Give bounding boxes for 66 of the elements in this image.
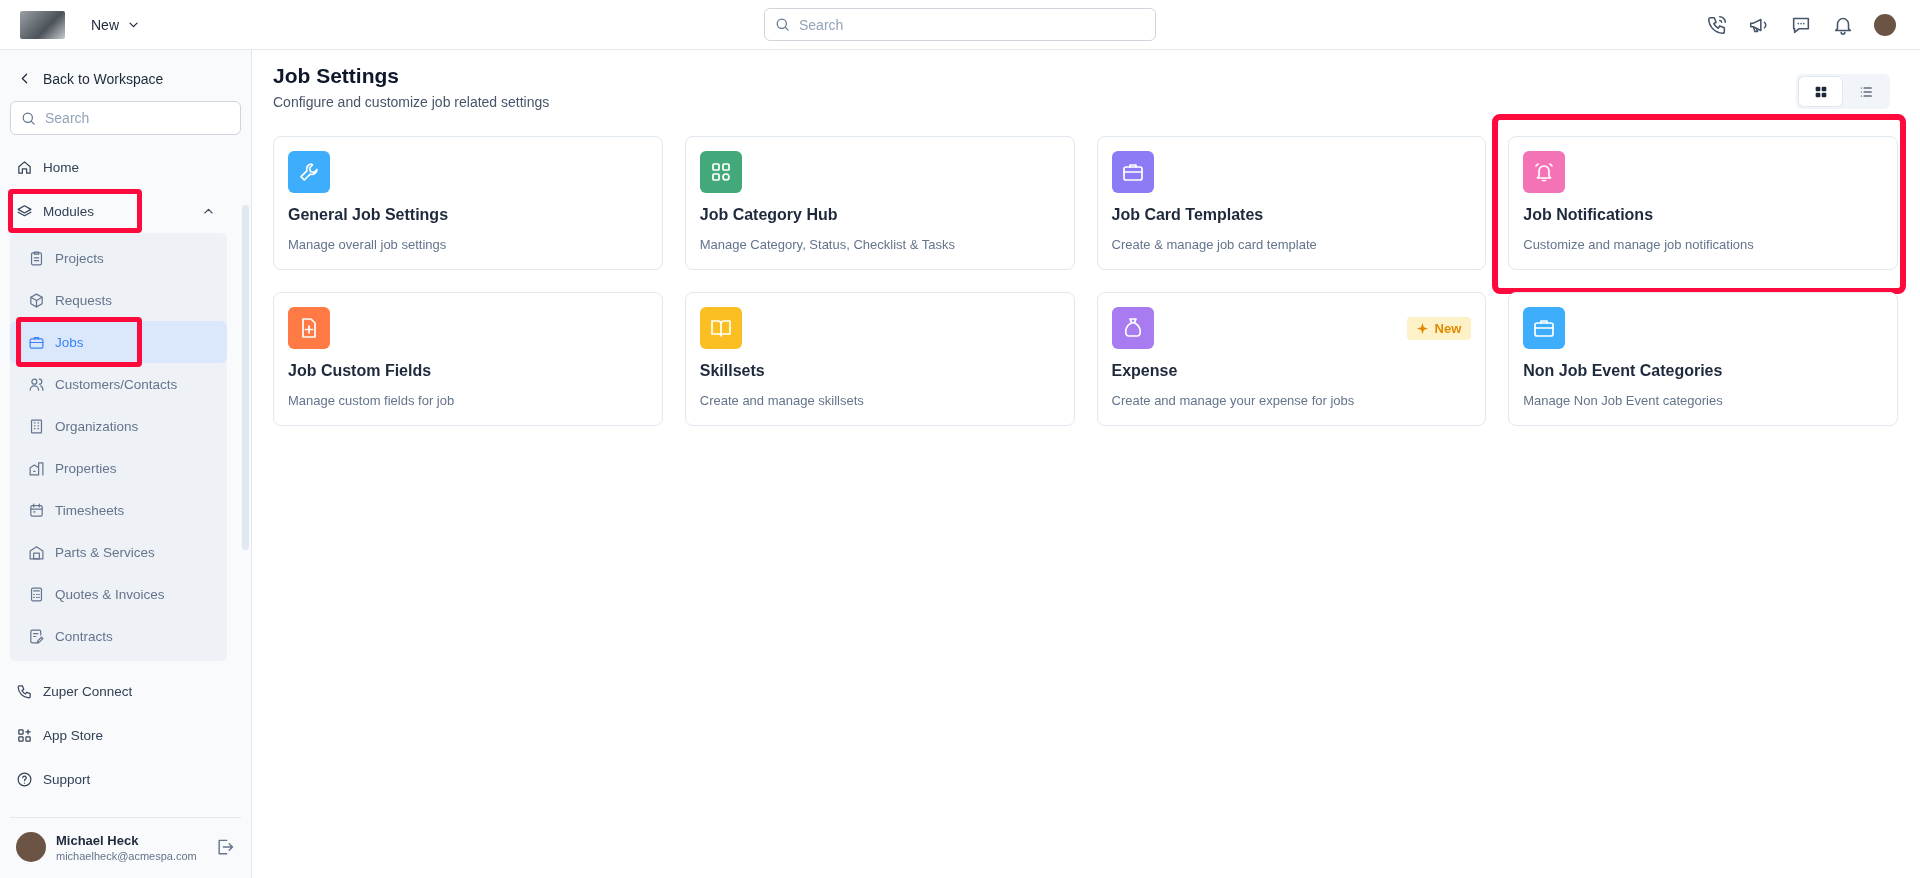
- card-title: Skillsets: [699, 362, 766, 380]
- avatar-circle[interactable]: [1874, 13, 1896, 36]
- user-email: michaelheck@acmespa.com: [56, 849, 198, 862]
- home-icon: [16, 158, 33, 176]
- page-subtitle: Configure and customize job related settings: [273, 94, 550, 110]
- sidebar-item[interactable]: Projects: [10, 237, 227, 279]
- grid-plus-icon: [16, 726, 33, 744]
- card-description: Create and manage skillsets: [699, 393, 865, 408]
- sidebar-item[interactable]: Support: [10, 757, 227, 801]
- calculator-icon: [28, 585, 45, 603]
- buildings-icon: [28, 459, 45, 477]
- search-field[interactable]: Search: [764, 8, 1156, 41]
- building-icon: [28, 417, 45, 435]
- settings-card[interactable]: New Expense Create and manage your expense for jobs: [1096, 292, 1487, 426]
- document-pen-icon: [28, 627, 45, 645]
- page-title: Job Settings: [273, 64, 400, 88]
- card-description: Manage Category, Status, Checklist & Tasks: [699, 237, 957, 252]
- card-description: Manage custom fields for job: [288, 393, 456, 408]
- sidebar-item[interactable]: Requests: [10, 279, 227, 321]
- calendar-icon: [28, 501, 45, 519]
- card-description: Create and manage your expense for jobs: [1111, 393, 1356, 408]
- card-title: Non Job Event Categories: [1523, 362, 1724, 380]
- sidebar-group-item[interactable]: Modules: [10, 189, 227, 233]
- sidebar-item[interactable]: Timesheets: [10, 489, 227, 531]
- card-description: Manage Non Job Event categories: [1523, 393, 1724, 408]
- phone-icon: [1706, 13, 1728, 36]
- settings-card[interactable]: Job Card Templates Create & manage job card template: [1096, 136, 1487, 270]
- question-circle-icon: [16, 770, 33, 788]
- settings-card[interactable]: Non Job Event Categories Manage Non Job Event categories: [1508, 292, 1898, 426]
- new-badge: New: [1406, 317, 1472, 340]
- user-name: Michael Heck: [56, 832, 140, 848]
- settings-card[interactable]: General Job Settings Manage overall job settings: [273, 136, 663, 270]
- settings-card[interactable]: Job Custom Fields Manage custom fields for job: [273, 292, 663, 426]
- card-title: Expense: [1111, 362, 1179, 380]
- sidebar-item[interactable]: Zuper Connect: [10, 669, 227, 713]
- card-title: General Job Settings: [288, 206, 450, 224]
- settings-card[interactable]: Job Category Hub Manage Category, Status, Checklist & Tasks: [684, 136, 1075, 270]
- new-menu-button[interactable]: New: [85, 12, 148, 37]
- warehouse-icon: [28, 543, 45, 561]
- logo-photo-placeholder: [20, 10, 65, 39]
- grid-view-button[interactable]: [1799, 77, 1842, 106]
- settings-card[interactable]: Job Notifications Customize and manage job notifications: [1508, 136, 1898, 270]
- sidebar-item[interactable]: Home: [10, 145, 227, 189]
- sidebar-item[interactable]: Contracts: [10, 615, 227, 657]
- phone-icon: [16, 682, 33, 700]
- card-title: Job Card Templates: [1111, 206, 1265, 224]
- settings-card[interactable]: Skillsets Create and manage skillsets: [684, 292, 1075, 426]
- avatar-circle: [16, 832, 46, 862]
- card-title: Job Category Hub: [699, 206, 839, 224]
- logout-icon[interactable]: [215, 837, 235, 857]
- sidebar-item[interactable]: Organizations: [10, 405, 227, 447]
- sidebar-item[interactable]: Quotes & Invoices: [10, 573, 227, 615]
- card-description: Customize and manage job notifications: [1523, 237, 1755, 252]
- card-description: Create & manage job card template: [1111, 237, 1318, 252]
- sidebar-item[interactable]: Customers/Contacts: [10, 363, 227, 405]
- cube-icon: [28, 291, 45, 309]
- card-title: Job Custom Fields: [288, 362, 433, 380]
- sidebar-search-field[interactable]: Search: [10, 101, 241, 135]
- sidebar-item[interactable]: Properties: [10, 447, 227, 489]
- sidebar-item[interactable]: App Store: [10, 713, 227, 757]
- sidebar-item[interactable]: Parts & Services: [10, 531, 227, 573]
- card-title: Job Notifications: [1523, 206, 1655, 224]
- card-description: Manage overall job settings: [288, 237, 448, 252]
- search-icon: [774, 16, 791, 33]
- back-to-workspace-link[interactable]: Back to Workspace: [10, 50, 241, 101]
- clipboard-icon: [28, 249, 45, 267]
